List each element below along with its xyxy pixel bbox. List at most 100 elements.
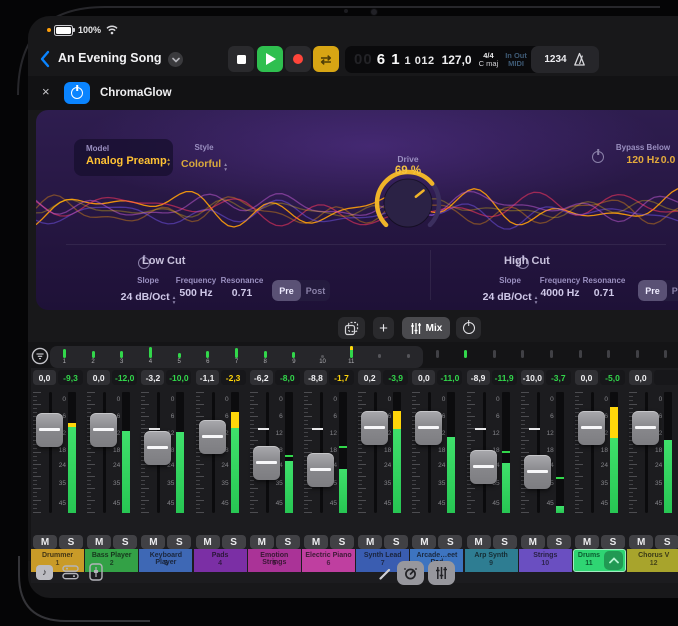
volume-value[interactable]: -6,2 xyxy=(250,370,273,385)
solo-button[interactable]: S xyxy=(276,535,300,549)
peak-value[interactable] xyxy=(654,370,678,385)
mute-button[interactable]: M xyxy=(196,535,220,549)
volume-value[interactable]: -3,2 xyxy=(141,370,164,385)
fader-thumb[interactable] xyxy=(199,420,226,454)
smart-controls-button[interactable] xyxy=(397,561,424,585)
peak-value[interactable]: -2,3 xyxy=(221,370,246,385)
back-icon[interactable] xyxy=(39,50,51,68)
duplicate-plugin-button[interactable] xyxy=(338,317,365,339)
solo-button[interactable]: S xyxy=(601,535,625,549)
low-cut-resonance[interactable]: 0.71 xyxy=(207,287,277,299)
stop-button[interactable] xyxy=(228,46,254,72)
volume-value[interactable]: -1,1 xyxy=(196,370,219,385)
play-button[interactable] xyxy=(257,46,283,72)
high-cut-pre-post-toggle[interactable]: Pre Post xyxy=(638,280,678,301)
volume-value[interactable]: 0,0 xyxy=(87,370,110,385)
record-button[interactable] xyxy=(285,46,311,72)
mute-button[interactable]: M xyxy=(629,535,653,549)
fader-thumb[interactable] xyxy=(415,411,442,445)
mute-button[interactable]: M xyxy=(575,535,599,549)
fader-panel-icon[interactable] xyxy=(89,563,103,582)
peak-value[interactable]: -8,0 xyxy=(275,370,300,385)
mute-button[interactable]: M xyxy=(412,535,436,549)
browser-icon[interactable]: ♪ xyxy=(36,565,53,580)
peak-value[interactable]: -5,0 xyxy=(600,370,625,385)
peak-value[interactable]: -9,3 xyxy=(58,370,83,385)
peak-value[interactable]: -10,0 xyxy=(166,370,191,385)
volume-value[interactable]: 0,0 xyxy=(33,370,56,385)
solo-button[interactable]: S xyxy=(438,535,462,549)
solo-button[interactable]: S xyxy=(384,535,408,549)
close-icon[interactable]: × xyxy=(42,84,50,99)
pencil-icon[interactable] xyxy=(377,566,393,582)
volume-value[interactable]: -10,0 xyxy=(521,370,544,385)
knob-body[interactable] xyxy=(384,179,432,227)
volume-value[interactable]: -8,8 xyxy=(304,370,327,385)
plugins-icon[interactable] xyxy=(62,564,80,581)
fader-thumb[interactable] xyxy=(524,455,551,489)
volume-value[interactable]: -8,9 xyxy=(467,370,490,385)
fader-thumb[interactable] xyxy=(470,450,497,484)
mute-button[interactable]: M xyxy=(467,535,491,549)
mute-button[interactable]: M xyxy=(304,535,328,549)
fader-thumb[interactable] xyxy=(253,446,280,480)
peak-value[interactable]: -3,7 xyxy=(546,370,571,385)
post-option[interactable]: Post xyxy=(667,280,678,301)
fader-thumb[interactable] xyxy=(144,431,171,465)
solo-button[interactable]: S xyxy=(113,535,137,549)
count-in-metronome-button[interactable]: 1234 xyxy=(531,46,599,73)
model-selector[interactable]: Model Analog Preamp ▴▾ xyxy=(74,139,173,176)
peak-value[interactable]: -12,0 xyxy=(112,370,137,385)
song-menu-button[interactable] xyxy=(168,52,183,67)
mix-view-button[interactable]: Mix xyxy=(402,317,450,339)
plugin-power-button[interactable] xyxy=(64,82,90,104)
solo-button[interactable]: S xyxy=(222,535,246,549)
track-name-block[interactable]: Keyboard Player3 xyxy=(139,549,192,572)
mute-button[interactable]: M xyxy=(33,535,57,549)
high-cut-resonance[interactable]: 0.71 xyxy=(569,287,639,299)
stepper-icon[interactable]: ▴▾ xyxy=(224,163,227,173)
pre-option[interactable]: Pre xyxy=(272,280,301,301)
volume-value[interactable]: 0,0 xyxy=(629,370,652,385)
peak-value[interactable]: -1,7 xyxy=(329,370,354,385)
collapse-summing-stack-button[interactable] xyxy=(604,551,623,570)
cycle-button[interactable]: ⇄ xyxy=(313,46,339,72)
peak-value[interactable]: -11,0 xyxy=(437,370,462,385)
volume-value[interactable]: 0,2 xyxy=(358,370,381,385)
mixer-toggle-button[interactable] xyxy=(428,561,455,585)
peak-value[interactable]: -3,9 xyxy=(383,370,408,385)
solo-button[interactable]: S xyxy=(655,535,678,549)
track-name-block[interactable]: Drums11 xyxy=(573,549,626,572)
volume-value[interactable]: 0,0 xyxy=(412,370,435,385)
fader-thumb[interactable] xyxy=(361,411,388,445)
mute-button[interactable]: M xyxy=(250,535,274,549)
peak-value[interactable]: -11,9 xyxy=(492,370,517,385)
mute-button[interactable]: M xyxy=(141,535,165,549)
level-value[interactable]: 0.0 xyxy=(648,154,678,166)
mute-button[interactable]: M xyxy=(521,535,545,549)
solo-button[interactable]: S xyxy=(59,535,83,549)
volume-value[interactable]: 0,0 xyxy=(575,370,598,385)
solo-button[interactable]: S xyxy=(547,535,571,549)
track-name-block[interactable]: Arp Synth9 xyxy=(465,549,518,572)
track-name-block[interactable]: Pads4 xyxy=(194,549,247,572)
solo-button[interactable]: S xyxy=(330,535,354,549)
mute-button[interactable]: M xyxy=(87,535,111,549)
low-cut-pre-post-toggle[interactable]: Pre Post xyxy=(272,280,330,301)
solo-button[interactable]: S xyxy=(167,535,191,549)
solo-button[interactable]: S xyxy=(493,535,517,549)
post-option[interactable]: Post xyxy=(301,280,330,301)
fader-thumb[interactable] xyxy=(307,453,334,487)
mixer-power-button[interactable] xyxy=(456,317,481,339)
mute-button[interactable]: M xyxy=(358,535,382,549)
track-name-block[interactable]: Chorus V12 xyxy=(627,549,678,572)
style-selector[interactable]: Colorful▴▾ xyxy=(164,154,244,173)
fader-thumb[interactable] xyxy=(90,413,117,447)
fader-thumb[interactable] xyxy=(36,413,63,447)
track-name-block[interactable]: Strings10 xyxy=(519,549,572,572)
fader-thumb[interactable] xyxy=(632,411,659,445)
pre-option[interactable]: Pre xyxy=(638,280,667,301)
track-name-block[interactable]: Electric Piano6 xyxy=(302,549,355,572)
add-plugin-button[interactable]: + xyxy=(373,317,394,339)
lcd-display[interactable]: 00 6 1 1 012 127,0 4/4 C maj In Out MIDI xyxy=(345,46,543,73)
